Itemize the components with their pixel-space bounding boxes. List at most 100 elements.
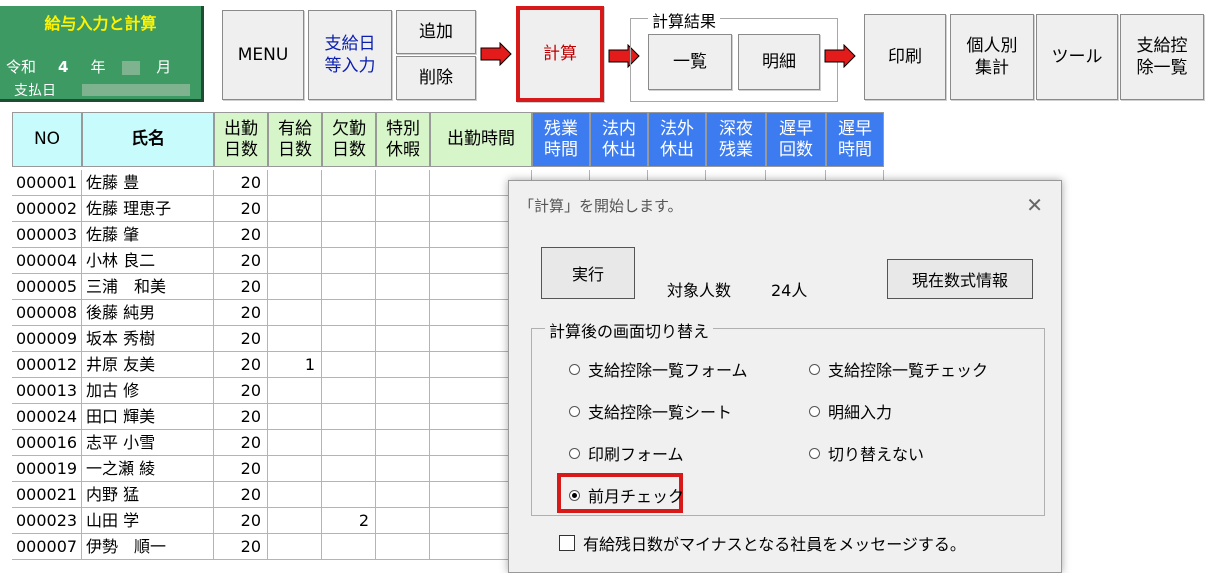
employee-name-cell[interactable]: 佐藤 理恵子 xyxy=(82,196,214,222)
list-button[interactable]: 一覧 xyxy=(648,34,732,90)
run-button[interactable]: 実行 xyxy=(541,247,635,299)
empty-cell[interactable] xyxy=(376,274,430,300)
employee-no-cell[interactable]: 000013 xyxy=(12,378,82,404)
employee-no-cell[interactable]: 000005 xyxy=(12,274,82,300)
absent-days-cell[interactable] xyxy=(322,326,376,352)
empty-cell[interactable] xyxy=(376,534,430,560)
paid-days-cell[interactable] xyxy=(268,170,322,196)
employee-no-cell[interactable]: 000009 xyxy=(12,326,82,352)
employee-name-cell[interactable]: 田口 輝美 xyxy=(82,404,214,430)
absent-days-cell[interactable] xyxy=(322,378,376,404)
employee-no-cell[interactable]: 000003 xyxy=(12,222,82,248)
work-days-cell[interactable]: 20 xyxy=(214,274,268,300)
negative-paid-leave-checkbox[interactable]: 有給残日数がマイナスとなる社員をメッセージする。 xyxy=(559,531,966,555)
employee-no-cell[interactable]: 000023 xyxy=(12,508,82,534)
print-button[interactable]: 印刷 xyxy=(864,14,946,100)
employee-name-cell[interactable]: 三浦 和美 xyxy=(82,274,214,300)
radio-deduction-list-form[interactable]: 支給控除一覧フォーム xyxy=(569,357,748,381)
work-days-cell[interactable]: 20 xyxy=(214,248,268,274)
empty-cell[interactable] xyxy=(376,222,430,248)
individual-total-button[interactable]: 個人別 集計 xyxy=(950,14,1034,100)
absent-days-cell[interactable] xyxy=(322,222,376,248)
employee-name-cell[interactable]: 小林 良二 xyxy=(82,248,214,274)
radio-deduction-list-check[interactable]: 支給控除一覧チェック xyxy=(809,357,988,381)
work-days-cell[interactable]: 20 xyxy=(214,170,268,196)
employee-no-cell[interactable]: 000004 xyxy=(12,248,82,274)
empty-cell[interactable] xyxy=(376,326,430,352)
absent-days-cell[interactable] xyxy=(322,404,376,430)
absent-days-cell[interactable] xyxy=(322,534,376,560)
employee-name-cell[interactable]: 一之瀬 綾 xyxy=(82,456,214,482)
empty-cell[interactable] xyxy=(376,248,430,274)
paid-days-cell[interactable]: 1 xyxy=(268,352,322,378)
work-days-cell[interactable]: 20 xyxy=(214,222,268,248)
delete-button[interactable]: 削除 xyxy=(396,56,476,100)
absent-days-cell[interactable] xyxy=(322,482,376,508)
employee-name-cell[interactable]: 後藤 純男 xyxy=(82,300,214,326)
employee-no-cell[interactable]: 000002 xyxy=(12,196,82,222)
paid-days-cell[interactable] xyxy=(268,300,322,326)
empty-cell[interactable] xyxy=(376,170,430,196)
absent-days-cell[interactable] xyxy=(322,170,376,196)
employee-name-cell[interactable]: 加古 修 xyxy=(82,378,214,404)
empty-cell[interactable] xyxy=(376,300,430,326)
employee-no-cell[interactable]: 000012 xyxy=(12,352,82,378)
empty-cell[interactable] xyxy=(376,508,430,534)
radio-deduction-list-sheet[interactable]: 支給控除一覧シート xyxy=(569,399,732,423)
radio-previous-month-check[interactable]: 前月チェック xyxy=(569,483,684,507)
calculate-button[interactable]: 計算 xyxy=(516,6,604,102)
work-days-cell[interactable]: 20 xyxy=(214,352,268,378)
paid-days-cell[interactable] xyxy=(268,430,322,456)
radio-no-switch[interactable]: 切り替えない xyxy=(809,441,924,465)
employee-name-cell[interactable]: 山田 学 xyxy=(82,508,214,534)
employee-no-cell[interactable]: 000016 xyxy=(12,430,82,456)
work-days-cell[interactable]: 20 xyxy=(214,196,268,222)
close-icon[interactable]: ✕ xyxy=(1026,193,1043,217)
absent-days-cell[interactable] xyxy=(322,248,376,274)
absent-days-cell[interactable] xyxy=(322,274,376,300)
work-days-cell[interactable]: 20 xyxy=(214,430,268,456)
employee-no-cell[interactable]: 000008 xyxy=(12,300,82,326)
employee-name-cell[interactable]: 坂本 秀樹 xyxy=(82,326,214,352)
formula-info-button[interactable]: 現在数式情報 xyxy=(887,259,1033,299)
absent-days-cell[interactable] xyxy=(322,456,376,482)
work-days-cell[interactable]: 20 xyxy=(214,508,268,534)
tools-button[interactable]: ツール xyxy=(1036,14,1118,100)
paid-days-cell[interactable] xyxy=(268,326,322,352)
add-button[interactable]: 追加 xyxy=(396,10,476,54)
employee-no-cell[interactable]: 000001 xyxy=(12,170,82,196)
absent-days-cell[interactable]: 2 xyxy=(322,508,376,534)
absent-days-cell[interactable] xyxy=(322,196,376,222)
employee-name-cell[interactable]: 伊勢 順一 xyxy=(82,534,214,560)
paid-days-cell[interactable] xyxy=(268,248,322,274)
paid-days-cell[interactable] xyxy=(268,274,322,300)
work-days-cell[interactable]: 20 xyxy=(214,300,268,326)
empty-cell[interactable] xyxy=(376,456,430,482)
paid-days-cell[interactable] xyxy=(268,222,322,248)
employee-name-cell[interactable]: 内野 猛 xyxy=(82,482,214,508)
work-days-cell[interactable]: 20 xyxy=(214,456,268,482)
detail-button[interactable]: 明細 xyxy=(738,34,820,90)
employee-no-cell[interactable]: 000019 xyxy=(12,456,82,482)
empty-cell[interactable] xyxy=(376,430,430,456)
employee-name-cell[interactable]: 井原 友美 xyxy=(82,352,214,378)
employee-no-cell[interactable]: 000024 xyxy=(12,404,82,430)
paid-days-cell[interactable] xyxy=(268,404,322,430)
empty-cell[interactable] xyxy=(376,196,430,222)
employee-name-cell[interactable]: 志平 小雪 xyxy=(82,430,214,456)
empty-cell[interactable] xyxy=(376,482,430,508)
menu-button[interactable]: MENU xyxy=(222,10,304,100)
deduction-list-button[interactable]: 支給控 除一覧 xyxy=(1120,14,1204,100)
radio-print-form[interactable]: 印刷フォーム xyxy=(569,441,684,465)
empty-cell[interactable] xyxy=(376,404,430,430)
paid-days-cell[interactable] xyxy=(268,508,322,534)
work-days-cell[interactable]: 20 xyxy=(214,378,268,404)
empty-cell[interactable] xyxy=(376,352,430,378)
empty-cell[interactable] xyxy=(376,378,430,404)
paid-days-cell[interactable] xyxy=(268,196,322,222)
absent-days-cell[interactable] xyxy=(322,300,376,326)
work-days-cell[interactable]: 20 xyxy=(214,404,268,430)
work-days-cell[interactable]: 20 xyxy=(214,482,268,508)
work-days-cell[interactable]: 20 xyxy=(214,326,268,352)
employee-no-cell[interactable]: 000021 xyxy=(12,482,82,508)
